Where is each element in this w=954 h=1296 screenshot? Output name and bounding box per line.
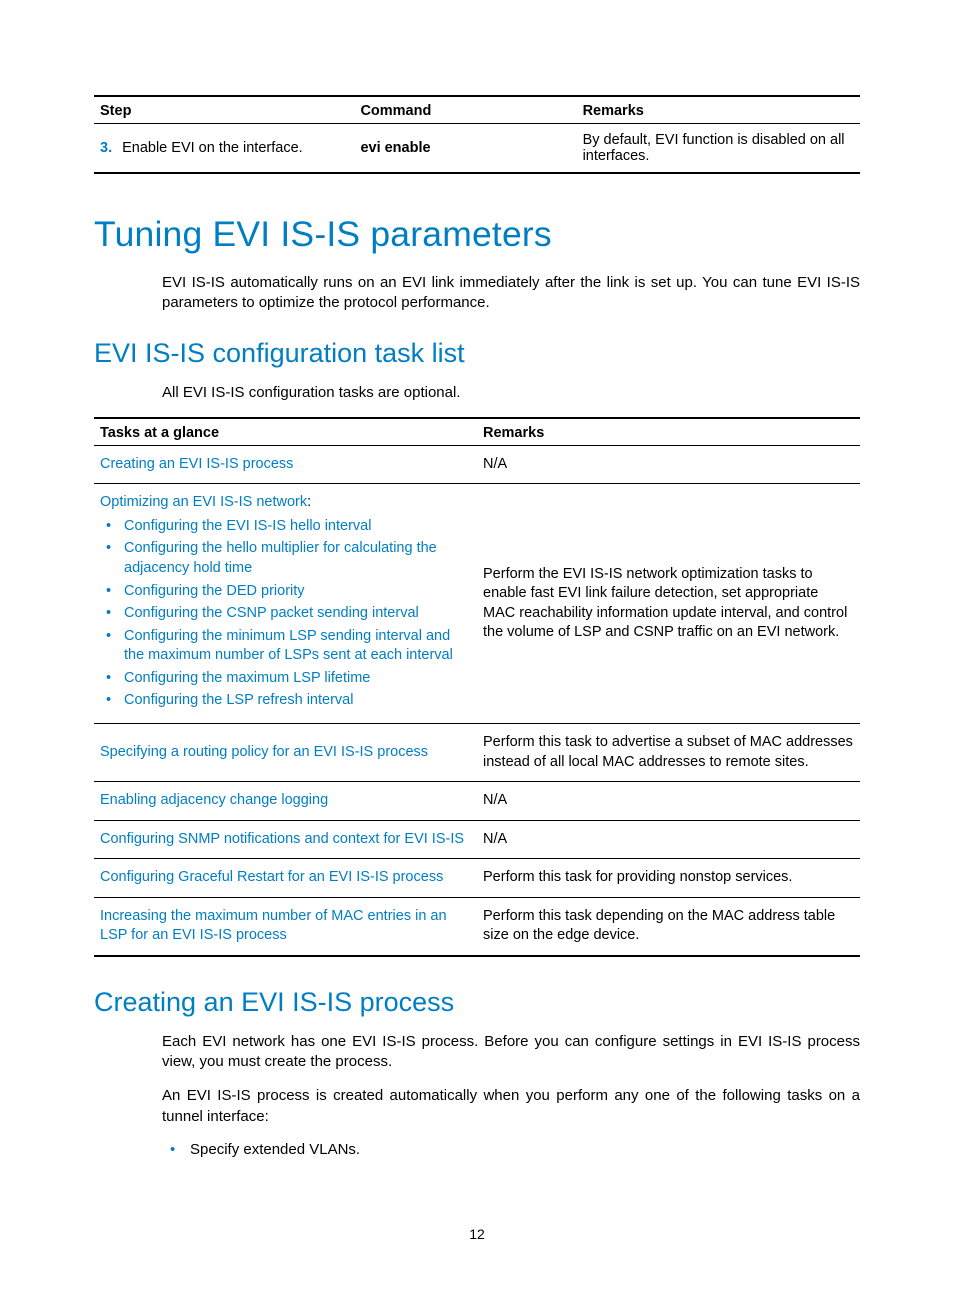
task-link[interactable]: Configuring Graceful Restart for an EVI …: [100, 869, 443, 885]
task-link[interactable]: Enabling adjacency change logging: [100, 792, 328, 808]
task-link[interactable]: Configuring the EVI IS-IS hello interval: [124, 518, 371, 534]
page: Step Command Remarks 3. Enable EVI on the…: [0, 0, 954, 1296]
task-link[interactable]: Configuring the CSNP packet sending inte…: [124, 605, 419, 621]
task-link[interactable]: Increasing the maximum number of MAC ent…: [100, 908, 447, 944]
remarks-text: N/A: [477, 820, 860, 859]
table-row: Specifying a routing policy for an EVI I…: [94, 723, 860, 781]
col-tasks: Tasks at a glance: [94, 418, 477, 446]
remarks-text: Perform this task to advertise a subset …: [477, 723, 860, 781]
table-row: Configuring SNMP notifications and conte…: [94, 820, 860, 859]
task-link[interactable]: Creating an EVI IS-IS process: [100, 456, 293, 472]
remarks-text: Perform this task for providing nonstop …: [477, 859, 860, 898]
task-link[interactable]: Configuring the LSP refresh interval: [124, 692, 353, 708]
paragraph: An EVI IS-IS process is created automati…: [162, 1086, 860, 1127]
task-link[interactable]: Optimizing an EVI IS-IS network: [100, 494, 307, 510]
remarks-text: N/A: [477, 445, 860, 484]
table-row: Configuring Graceful Restart for an EVI …: [94, 859, 860, 898]
task-link[interactable]: Configuring SNMP notifications and conte…: [100, 831, 464, 847]
task-link[interactable]: Configuring the minimum LSP sending inte…: [124, 628, 453, 664]
heading-tuning: Tuning EVI IS-IS parameters: [94, 214, 860, 255]
col-command: Command: [354, 96, 576, 124]
col-step: Step: [94, 96, 354, 124]
task-link[interactable]: Configuring the hello multiplier for cal…: [124, 540, 437, 576]
table-row: Enabling adjacency change logging N/A: [94, 782, 860, 821]
remarks-text: By default, EVI function is disabled on …: [577, 124, 860, 174]
heading-task-list: EVI IS-IS configuration task list: [94, 338, 860, 369]
step-number: 3.: [100, 140, 112, 156]
task-link[interactable]: Configuring the DED priority: [124, 583, 305, 599]
bullet-list: Specify extended VLANs.: [162, 1141, 860, 1158]
table-row: Creating an EVI IS-IS process N/A: [94, 445, 860, 484]
tasks-table: Tasks at a glance Remarks Creating an EV…: [94, 417, 860, 957]
page-number: 12: [0, 1226, 954, 1242]
paragraph: All EVI IS-IS configuration tasks are op…: [162, 383, 860, 403]
heading-creating-process: Creating an EVI IS-IS process: [94, 987, 860, 1018]
remarks-text: Perform this task depending on the MAC a…: [477, 897, 860, 956]
remarks-text: Perform the EVI IS-IS network optimizati…: [477, 484, 860, 724]
command-text: evi enable: [360, 140, 430, 156]
table-row: Optimizing an EVI IS-IS network: Configu…: [94, 484, 860, 724]
paragraph: Each EVI network has one EVI IS-IS proce…: [162, 1032, 860, 1073]
table-row: 3. Enable EVI on the interface. evi enabl…: [94, 124, 860, 174]
step-text: Enable EVI on the interface.: [122, 140, 303, 156]
col-remarks: Remarks: [477, 418, 860, 446]
task-link[interactable]: Specifying a routing policy for an EVI I…: [100, 744, 428, 760]
remarks-text: N/A: [477, 782, 860, 821]
col-remarks: Remarks: [577, 96, 860, 124]
task-link[interactable]: Configuring the maximum LSP lifetime: [124, 670, 370, 686]
table-row: Increasing the maximum number of MAC ent…: [94, 897, 860, 956]
step-command-table: Step Command Remarks 3. Enable EVI on the…: [94, 95, 860, 174]
subtask-list: Configuring the EVI IS-IS hello interval…: [100, 517, 471, 711]
list-item: Specify extended VLANs.: [190, 1141, 860, 1158]
paragraph: EVI IS-IS automatically runs on an EVI l…: [162, 273, 860, 314]
